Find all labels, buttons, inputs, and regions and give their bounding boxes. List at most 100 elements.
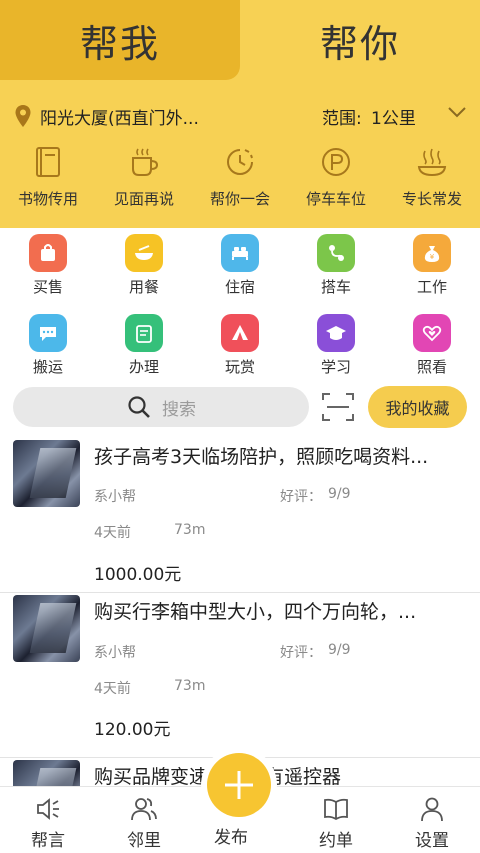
listing-rating-label: 好评： [280, 645, 322, 661]
category-label: 见面再说 [113, 190, 174, 208]
svg-text:¥: ¥ [430, 253, 435, 261]
service-ride[interactable]: 搭车 [288, 234, 384, 314]
nav-label: 设置 [415, 831, 449, 851]
person-icon [421, 797, 443, 822]
listing-rating: 9/9 [328, 642, 351, 658]
tab-help-me-label: 帮我 [79, 21, 160, 66]
my-favorites-button[interactable]: 我的收藏 [368, 386, 467, 428]
clock-icon [227, 149, 253, 175]
parking-icon [322, 148, 350, 176]
list-item[interactable]: 购买行李箱中型大小，四个万向轮，... 系小帮 好评： 9/9 4天前 73m … [0, 593, 480, 758]
nav-label: 约单 [319, 831, 353, 851]
search-input[interactable]: 搜索 [13, 387, 309, 427]
service-label: 买售 [32, 278, 63, 296]
location-address: 阳光大厦(西直门外... [40, 109, 199, 129]
location-bar[interactable]: 阳光大厦(西直门外... 范围: 1公里 [0, 96, 480, 134]
listing-distance: 73m [174, 678, 206, 694]
steam-bowl-icon [417, 148, 447, 177]
category-expertise[interactable]: 专长常发 [384, 145, 480, 215]
nav-settings[interactable]: 设置 [384, 787, 480, 853]
service-label: 工作 [416, 278, 447, 296]
neighbors-icon [131, 798, 157, 821]
tab-help-me[interactable]: 帮我 [0, 0, 240, 80]
tent-icon [221, 314, 259, 352]
route-icon [317, 234, 355, 272]
listing-author: 系小帮 [94, 645, 136, 661]
scan-icon[interactable] [321, 391, 355, 423]
category-book[interactable]: 书物传用 [0, 145, 96, 215]
bed-icon [221, 234, 259, 272]
list-item[interactable]: 孩子高考3天临场陪护，照顾吃喝资料... 系小帮 好评： 9/9 4天前 73m… [0, 438, 480, 593]
app-screen: 帮我 帮你 阳光大厦(西直门外... 范围: 1公里 书物传用 见面再说 帮你一… [0, 0, 480, 853]
listing-title: 购买品牌变速工具，有遥控器 [94, 762, 466, 789]
service-label: 用餐 [128, 278, 159, 296]
category-label: 停车车位 [305, 190, 366, 208]
book-icon [36, 147, 60, 177]
listing-thumbnail [13, 595, 80, 662]
listing-price: 1000.00元 [94, 565, 182, 585]
nav-orders[interactable]: 约单 [288, 787, 384, 853]
tab-help-you-label: 帮你 [319, 21, 400, 66]
service-buy-sell[interactable]: 买售 [0, 234, 96, 314]
service-label: 照看 [416, 358, 447, 376]
service-lodging[interactable]: 住宿 [192, 234, 288, 314]
chevron-down-icon[interactable] [446, 104, 468, 120]
listing-list: 孩子高考3天临场陪护，照顾吃喝资料... 系小帮 好评： 9/9 4天前 73m… [0, 438, 480, 827]
listing-time: 4天前 [94, 525, 131, 541]
coffee-cup-icon [132, 148, 159, 176]
service-leisure[interactable]: 玩赏 [192, 314, 288, 394]
service-row: 搬运 办理 玩赏 学习 照看 [0, 314, 480, 394]
service-errands[interactable]: 办理 [96, 314, 192, 394]
service-moving[interactable]: 搬运 [0, 314, 96, 394]
service-label: 办理 [128, 358, 159, 376]
service-label: 住宿 [224, 278, 255, 296]
listing-distance: 73m [174, 522, 206, 538]
header: 帮我 帮你 阳光大厦(西直门外... 范围: 1公里 书物传用 见面再说 帮你一… [0, 0, 480, 228]
chat-bubble-icon [29, 314, 67, 352]
tab-help-you[interactable]: 帮你 [240, 0, 480, 80]
category-meet[interactable]: 见面再说 [96, 145, 192, 215]
dish-icon [125, 234, 163, 272]
graduation-cap-icon [317, 314, 355, 352]
listing-title: 购买行李箱中型大小，四个万向轮，... [94, 601, 417, 623]
listing-price: 120.00元 [94, 720, 171, 740]
heart-hands-icon [413, 314, 451, 352]
shopping-bag-icon [29, 234, 67, 272]
category-help-a-while[interactable]: 帮你一会 [192, 145, 288, 215]
category-label: 书物传用 [17, 190, 78, 208]
range-label: 范围: [322, 109, 362, 129]
category-label: 帮你一会 [209, 190, 270, 208]
listing-time: 4天前 [94, 681, 131, 697]
publish-label: 发布 [214, 828, 248, 848]
service-label: 玩赏 [224, 358, 255, 376]
clipboard-icon [125, 314, 163, 352]
range-value[interactable]: 1公里 [371, 104, 416, 129]
listing-title: 孩子高考3天临场陪护，照顾吃喝资料... [94, 446, 429, 468]
category-row: 书物传用 见面再说 帮你一会 停车车位 专长常发 [0, 145, 480, 215]
service-row: 买售 用餐 住宿 搭车 ¥ 工作 [0, 234, 480, 314]
service-study[interactable]: 学习 [288, 314, 384, 394]
service-label: 搭车 [320, 278, 351, 296]
service-grid: 买售 用餐 住宿 搭车 ¥ 工作 搬运 办理 玩赏 学习 照看 [0, 234, 480, 394]
listing-thumbnail [13, 440, 80, 507]
search-icon [128, 396, 150, 418]
listing-author: 系小帮 [94, 489, 136, 505]
category-parking[interactable]: 停车车位 [288, 145, 384, 215]
service-care[interactable]: 照看 [384, 314, 480, 394]
service-work[interactable]: ¥ 工作 [384, 234, 480, 314]
nav-help-talk[interactable]: 帮言 [0, 787, 96, 853]
category-label: 专长常发 [401, 190, 462, 208]
nav-label: 帮言 [31, 831, 65, 851]
speaker-icon [37, 798, 59, 820]
location-pin-icon [15, 105, 31, 127]
service-dining[interactable]: 用餐 [96, 234, 192, 314]
search-placeholder: 搜索 [162, 399, 196, 420]
listing-rating: 9/9 [328, 486, 351, 502]
money-bag-icon: ¥ [413, 234, 451, 272]
service-label: 学习 [320, 358, 351, 376]
nav-label: 邻里 [127, 831, 161, 851]
service-label: 搬运 [32, 358, 63, 376]
nav-neighbors[interactable]: 邻里 [96, 787, 192, 853]
publish-button[interactable] [207, 753, 271, 817]
open-book-icon [324, 798, 348, 821]
